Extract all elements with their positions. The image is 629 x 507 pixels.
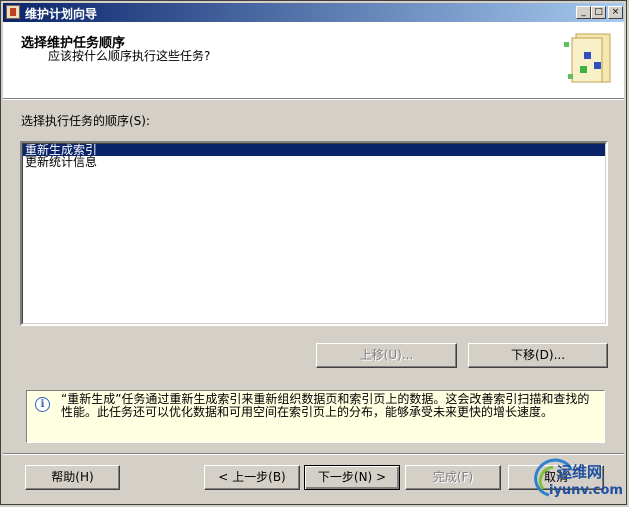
header-divider [3,98,624,100]
wizard-graphic-icon [564,33,611,83]
move-up-button[interactable]: 上移(U)... [316,343,457,368]
info-panel: i “重新生成”任务通过重新生成索引来重新组织数据页和索引页上的数据。这会改善索… [26,390,605,443]
title-bar[interactable]: 维护计划向导 _ □ × [3,3,624,22]
watermark-title: 运维网 [557,463,603,481]
next-button[interactable]: 下一步(N) > [304,465,400,490]
close-button[interactable]: × [608,6,623,19]
window-title: 维护计划向导 [25,7,98,21]
info-text: “重新生成”任务通过重新生成索引来重新组织数据页和索引页上的数据。这会改善索引扫… [61,392,590,419]
watermark-url: iyunv.com [549,483,623,498]
finish-button[interactable]: 完成(F) [405,465,501,490]
move-down-button[interactable]: 下移(D)... [468,343,608,368]
minimize-button[interactable]: _ [576,6,591,19]
wizard-header: 选择维护任务顺序 应该按什么顺序执行这些任务? [3,22,624,98]
list-item-rebuild-index[interactable]: 重新生成索引 [23,144,605,156]
order-label: 选择执行任务的顺序(S): [21,114,151,128]
list-item-update-statistics[interactable]: 更新统计信息 [23,156,605,168]
info-icon: i [35,397,50,412]
task-order-list-inner: 重新生成索引 更新统计信息 [22,143,606,324]
page-subtitle: 应该按什么顺序执行这些任务? [48,49,211,63]
help-button[interactable]: 帮助(H) [25,465,120,490]
wizard-window: 维护计划向导 _ □ × 选择维护任务顺序 应该按什么顺序执行这些任务? 选择执… [0,0,627,505]
back-button[interactable]: < 上一步(B) [204,465,300,490]
maximize-button[interactable]: □ [591,6,606,19]
app-icon [6,5,20,19]
task-order-list[interactable]: 重新生成索引 更新统计信息 [20,141,608,326]
